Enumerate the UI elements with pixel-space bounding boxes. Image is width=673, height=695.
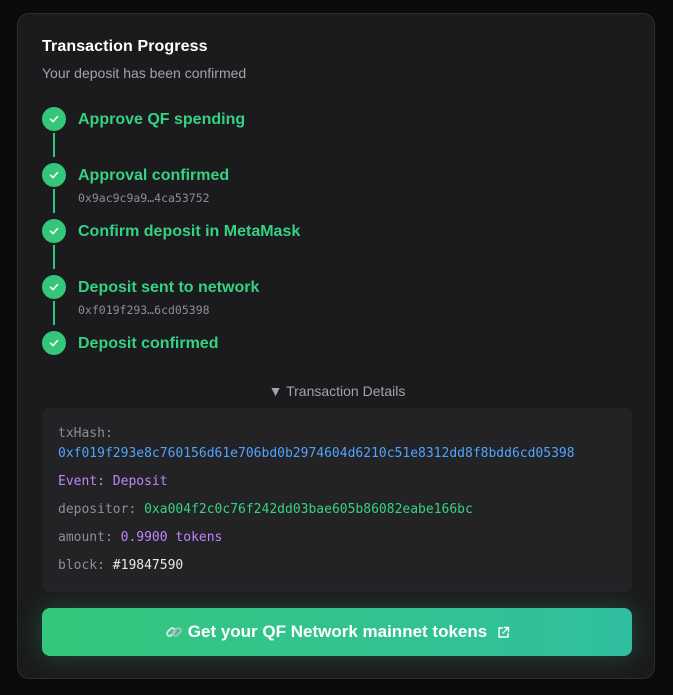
step-tx-hash[interactable]: 0xf019f293…6cd05398 <box>78 303 210 317</box>
block-row: block: #19847590 <box>58 558 183 573</box>
step-label: Approval confirmed <box>78 167 230 184</box>
amount-value: 0.9900 tokens <box>120 530 223 545</box>
step-label: Deposit confirmed <box>78 335 219 352</box>
amount-row: amount: 0.9900 tokens <box>58 530 222 545</box>
step-connector <box>53 189 55 213</box>
step-tx-hash[interactable]: 0x9ac9c9a9…4ca53752 <box>78 191 210 205</box>
event-label: Event: <box>58 474 105 489</box>
step-connector <box>53 133 55 157</box>
depositor-row: depositor: 0xa004f2c0c76f242dd03bae605b8… <box>58 502 473 517</box>
transaction-details-toggle[interactable]: ▼ Transaction Details <box>18 383 656 399</box>
depositor-label: depositor: <box>58 502 137 517</box>
amount-label: amount: <box>58 530 113 545</box>
block-value: #19847590 <box>112 558 184 573</box>
depositor-value: 0xa004f2c0c76f242dd03bae605b86082eabe166… <box>144 502 473 517</box>
step-label: Confirm deposit in MetaMask <box>78 223 301 240</box>
check-icon <box>42 163 66 187</box>
link-icon <box>164 622 184 642</box>
tx-hash-value[interactable]: 0xf019f293e8c760156d61e706bd0b2974604d62… <box>58 446 575 461</box>
panel-subtitle: Your deposit has been confirmed <box>42 65 247 81</box>
step-connector <box>53 245 55 269</box>
check-icon <box>42 107 66 131</box>
check-icon <box>42 219 66 243</box>
transaction-details-panel: txHash: 0xf019f293e8c760156d61e706bd0b29… <box>42 408 632 592</box>
transaction-progress-card: Transaction Progress Your deposit has be… <box>17 13 655 679</box>
get-mainnet-tokens-label: Get your QF Network mainnet tokens <box>187 622 488 641</box>
step-label: Approve QF spending <box>78 111 246 128</box>
block-label: block: <box>58 558 105 573</box>
external-link-icon <box>497 626 510 639</box>
step-label: Deposit sent to network <box>78 279 260 296</box>
tx-hash-label: txHash: <box>58 426 113 441</box>
event-row: Event: Deposit <box>58 474 168 489</box>
panel-title: Transaction Progress <box>42 38 208 55</box>
check-icon <box>42 331 66 355</box>
event-value: Deposit <box>112 474 168 489</box>
get-mainnet-tokens-button[interactable]: Get your QF Network mainnet tokens <box>42 608 632 656</box>
step-connector <box>53 301 55 325</box>
check-icon <box>42 275 66 299</box>
